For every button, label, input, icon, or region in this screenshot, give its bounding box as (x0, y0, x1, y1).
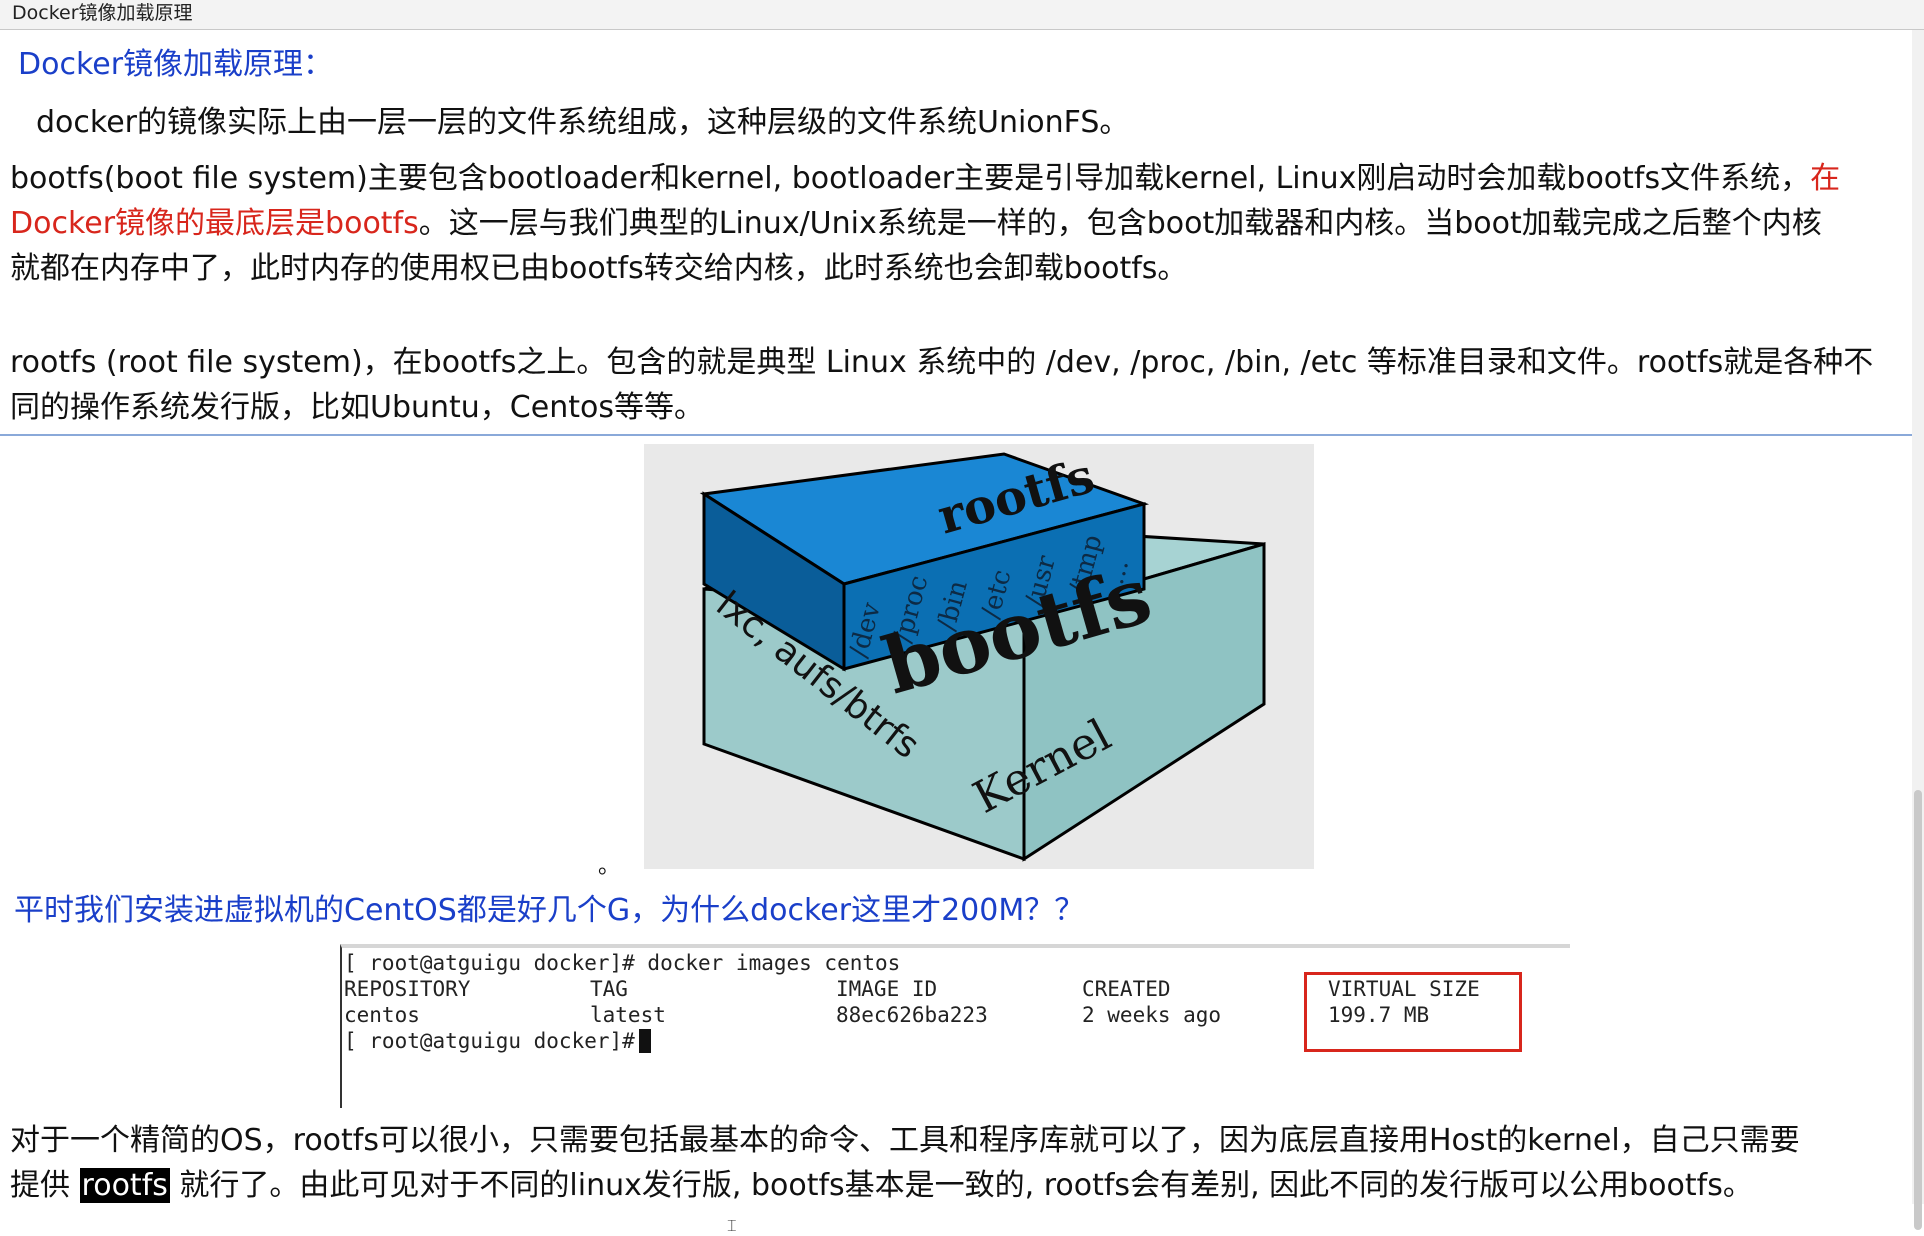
text-cursor-icon: ⌶ (727, 1216, 737, 1235)
bootfs-line-2-text: 。这一层与我们典型的Linux/Unix系统是一样的，包含boot加载器和内核。… (418, 206, 1822, 241)
col-header-created: CREATED (1082, 977, 1171, 1001)
bootfs-line-2: Docker镜像的最底层是bootfs。这一层与我们典型的Linux/Unix系… (10, 201, 1840, 246)
vertical-scrollbar[interactable] (1912, 30, 1924, 1230)
terminal-command: [ root@atguigu docker]# docker images ce… (344, 951, 901, 975)
image-layer-diagram: rootfs /dev /proc /bin /etc /usr /tmp ..… (644, 444, 1314, 869)
rootfs-line-2: 同的操作系统发行版，比如Ubuntu，Centos等等。 (10, 390, 704, 425)
col-header-tag: TAG (590, 977, 628, 1001)
bootfs-line-1-text: bootfs(boot file system)主要包含bootloader和k… (10, 161, 1811, 196)
scrollbar-thumb[interactable] (1914, 790, 1922, 1230)
rootfs-selected-text[interactable]: rootfs (79, 1168, 170, 1203)
intro-paragraph: docker的镜像实际上由一层一层的文件系统组成，这种层级的文件系统UnionF… (36, 105, 1130, 140)
bootfs-line-1-red: 在 (1810, 161, 1841, 196)
col-header-repository: REPOSITORY (344, 977, 471, 1001)
cell-created: 2 weeks ago (1082, 1003, 1222, 1027)
conclusion-line-2-prefix: 提供 (10, 1168, 80, 1203)
bootfs-line-3: 就都在内存中了，此时内存的使用权已由bootfs转交给内核，此时系统也会卸载bo… (10, 251, 1188, 286)
terminal-cursor (638, 1029, 651, 1053)
bootfs-line-1: bootfs(boot file system)主要包含bootloader和k… (10, 156, 1840, 201)
bootfs-paragraph: bootfs(boot file system)主要包含bootloader和k… (10, 156, 1840, 291)
section-divider (0, 434, 1912, 436)
cell-tag: latest (590, 1003, 666, 1027)
col-header-image-id: IMAGE ID (836, 977, 938, 1001)
cell-image-id: 88ec626ba223 (836, 1003, 988, 1027)
rootfs-paragraph: rootfs (root file system)，在bootfs之上。包含的就… (10, 340, 1873, 430)
document-body: Docker镜像加载原理： docker的镜像实际上由一层一层的文件系统组成，这… (0, 30, 1912, 1235)
window-title-bar: Docker镜像加载原理 (0, 0, 1924, 30)
rootfs-line-1: rootfs (root file system)，在bootfs之上。包含的就… (10, 345, 1874, 380)
layer-diagram-svg: rootfs /dev /proc /bin /etc /usr /tmp ..… (699, 448, 1266, 862)
conclusion-line-2-suffix: 就行了。由此可见对于不同的linux发行版, bootfs基本是一致的, roo… (169, 1168, 1753, 1203)
terminal-prompt: [ root@atguigu docker]# (344, 1029, 635, 1053)
question-line: 平时我们安装进虚拟机的CentOS都是好几个G，为什么docker这里才200M… (14, 893, 1085, 928)
conclusion-line-1: 对于一个精简的OS，rootfs可以很小，只需要包括最基本的命令、工具和程序库就… (10, 1123, 1800, 1158)
virtual-size-highlight-box (1304, 972, 1522, 1052)
conclusion-line-2: 提供 rootfs 就行了。由此可见对于不同的linux发行版, bootfs基… (10, 1163, 1800, 1208)
terminal-prompt-line: [ root@atguigu docker]# (344, 1028, 651, 1054)
window-title: Docker镜像加载原理 (12, 2, 193, 24)
caption-period: 。 (598, 854, 621, 879)
cell-repository: centos (344, 1003, 420, 1027)
bootfs-line-2-red: Docker镜像的最底层是bootfs (10, 206, 419, 241)
conclusion-paragraph: 对于一个精简的OS，rootfs可以很小，只需要包括最基本的命令、工具和程序库就… (10, 1118, 1800, 1208)
section-heading: Docker镜像加载原理： (18, 47, 334, 82)
